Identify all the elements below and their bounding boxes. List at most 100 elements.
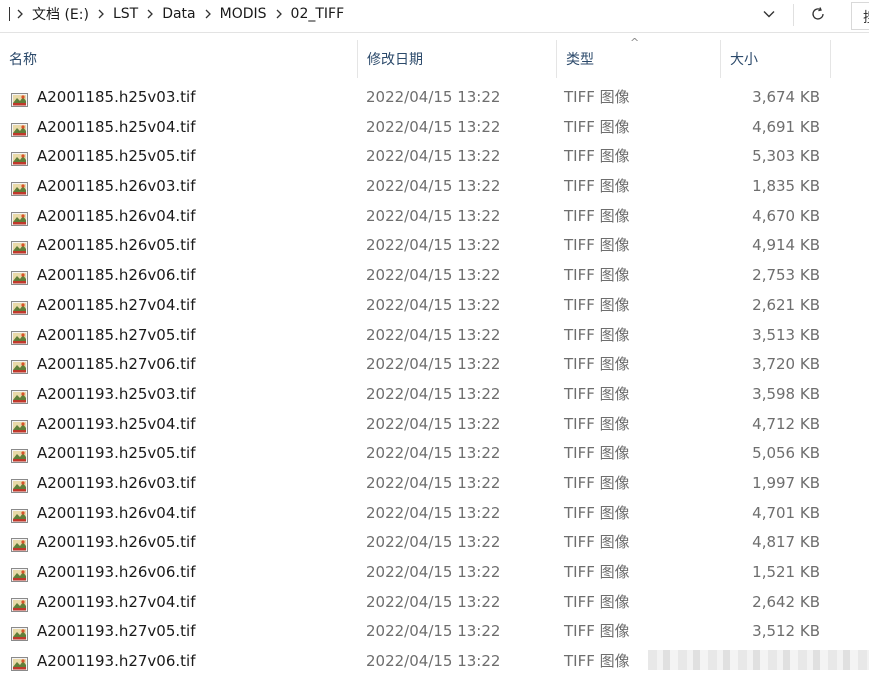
chevron-right-icon[interactable] bbox=[91, 9, 111, 19]
file-modified-date: 2022/04/15 13:22 bbox=[366, 266, 501, 285]
tiff-image-icon bbox=[11, 208, 29, 226]
chevron-right-icon[interactable] bbox=[10, 9, 30, 19]
breadcrumb-item[interactable]: Data bbox=[160, 6, 197, 22]
breadcrumb-item[interactable]: LST bbox=[111, 6, 140, 22]
tiff-image-icon bbox=[11, 89, 29, 107]
file-name: A2001185.h26v03.tif bbox=[37, 177, 196, 196]
file-row[interactable]: A2001185.h25v04.tif 2022/04/15 13:22 TIFF … bbox=[0, 113, 869, 143]
file-modified-date: 2022/04/15 13:22 bbox=[366, 355, 501, 374]
tiff-image-icon bbox=[11, 475, 29, 493]
column-header-name[interactable]: 名称 bbox=[0, 40, 357, 78]
file-type: TIFF 图像 bbox=[564, 384, 630, 403]
tiff-image-icon bbox=[11, 148, 29, 167]
file-row[interactable]: A2001185.h25v05.tif 2022/04/15 13:22 TIFF … bbox=[0, 142, 869, 172]
file-modified-date: 2022/04/15 13:22 bbox=[366, 473, 501, 492]
file-row[interactable]: A2001185.h27v04.tif 2022/04/15 13:22 TIFF … bbox=[0, 291, 869, 321]
file-size: 4,914 KB bbox=[752, 236, 820, 255]
tiff-image-icon bbox=[11, 653, 29, 672]
file-type: TIFF 图像 bbox=[564, 206, 630, 225]
file-name: A2001193.h27v06.tif bbox=[37, 652, 196, 671]
tiff-image-icon bbox=[11, 267, 29, 286]
tiff-image-icon bbox=[11, 237, 29, 256]
file-row[interactable]: A2001185.h27v06.tif 2022/04/15 13:22 TIFF … bbox=[0, 350, 869, 380]
column-header-date-label: 修改日期 bbox=[367, 52, 423, 68]
file-row[interactable]: A2001193.h27v04.tif 2022/04/15 13:22 TIFF … bbox=[0, 588, 869, 618]
tiff-image-icon bbox=[11, 564, 29, 582]
file-row[interactable]: A2001185.h26v06.tif 2022/04/15 13:22 TIFF … bbox=[0, 261, 869, 291]
file-name: A2001193.h25v03.tif bbox=[37, 384, 196, 403]
file-row[interactable]: A2001193.h25v03.tif 2022/04/15 13:22 TIFF … bbox=[0, 380, 869, 410]
refresh-button[interactable] bbox=[800, 0, 836, 28]
tiff-image-icon bbox=[11, 623, 29, 642]
file-row[interactable]: A2001193.h26v06.tif 2022/04/15 13:22 TIFF … bbox=[0, 558, 869, 588]
file-modified-date: 2022/04/15 13:22 bbox=[366, 592, 501, 611]
column-header-type-label: 类型 bbox=[566, 52, 594, 68]
refresh-icon bbox=[812, 7, 824, 20]
column-header-date[interactable]: 修改日期 bbox=[357, 40, 556, 78]
breadcrumb-item[interactable]: 文档 (E:) bbox=[30, 4, 91, 24]
file-type: TIFF 图像 bbox=[564, 355, 630, 374]
file-row[interactable]: A2001193.h26v04.tif 2022/04/15 13:22 TIFF … bbox=[0, 499, 869, 529]
file-name: A2001193.h26v04.tif bbox=[37, 503, 196, 522]
file-type: TIFF 图像 bbox=[564, 266, 630, 285]
file-modified-date: 2022/04/15 13:22 bbox=[366, 147, 501, 166]
tiff-image-icon bbox=[11, 594, 29, 612]
column-header-size-label: 大小 bbox=[730, 52, 758, 68]
file-row[interactable]: A2001193.h25v04.tif 2022/04/15 13:22 TIFF … bbox=[0, 410, 869, 440]
chevron-right-icon[interactable] bbox=[269, 9, 289, 19]
file-type: TIFF 图像 bbox=[564, 503, 630, 522]
file-size: 1,835 KB bbox=[752, 177, 820, 196]
breadcrumb-item[interactable]: MODIS bbox=[218, 6, 269, 22]
file-modified-date: 2022/04/15 13:22 bbox=[366, 384, 501, 403]
file-size: 2,642 KB bbox=[752, 592, 820, 611]
file-name: A2001185.h25v05.tif bbox=[37, 147, 196, 166]
tiff-image-icon bbox=[11, 327, 29, 345]
file-name: A2001185.h26v04.tif bbox=[37, 206, 196, 225]
file-row[interactable]: A2001185.h26v04.tif 2022/04/15 13:22 TIFF … bbox=[0, 202, 869, 232]
file-size: 2,753 KB bbox=[752, 266, 820, 285]
file-row[interactable]: A2001185.h27v05.tif 2022/04/15 13:22 TIFF … bbox=[0, 321, 869, 351]
file-row[interactable]: A2001185.h26v05.tif 2022/04/15 13:22 TIFF … bbox=[0, 231, 869, 261]
search-box[interactable]: 搜 bbox=[851, 2, 869, 30]
file-type: TIFF 图像 bbox=[564, 414, 630, 433]
file-size: 5,303 KB bbox=[752, 147, 820, 166]
file-type: TIFF 图像 bbox=[564, 533, 630, 552]
file-row[interactable]: A2001193.h27v05.tif 2022/04/15 13:22 TIFF … bbox=[0, 617, 869, 647]
tiff-image-icon bbox=[11, 297, 29, 315]
file-size: 5,056 KB bbox=[752, 444, 820, 463]
file-modified-date: 2022/04/15 13:22 bbox=[366, 563, 501, 581]
file-name: A2001185.h27v05.tif bbox=[37, 325, 196, 344]
file-row[interactable]: A2001185.h25v03.tif 2022/04/15 13:22 TIFF … bbox=[0, 83, 869, 113]
file-type: TIFF 图像 bbox=[564, 295, 630, 314]
file-size: 3,512 KB bbox=[752, 622, 820, 641]
file-type: TIFF 图像 bbox=[564, 563, 630, 581]
file-name: A2001193.h26v05.tif bbox=[37, 533, 196, 552]
file-row[interactable]: A2001193.h26v05.tif 2022/04/15 13:22 TIFF … bbox=[0, 528, 869, 558]
file-type: TIFF 图像 bbox=[564, 473, 630, 492]
chevron-right-icon[interactable] bbox=[140, 9, 160, 19]
file-name: A2001185.h27v06.tif bbox=[37, 355, 196, 374]
breadcrumb-item-current[interactable]: 02_TIFF bbox=[289, 6, 347, 22]
blurred-watermark bbox=[648, 650, 869, 670]
tiff-image-icon bbox=[11, 534, 29, 553]
file-modified-date: 2022/04/15 13:22 bbox=[366, 117, 501, 136]
file-type: TIFF 图像 bbox=[564, 236, 630, 255]
file-modified-date: 2022/04/15 13:22 bbox=[366, 444, 501, 463]
tiff-image-icon bbox=[11, 416, 29, 434]
column-header-row: 名称 修改日期 类型 大小 bbox=[0, 40, 869, 78]
file-name: A2001185.h27v04.tif bbox=[37, 295, 196, 314]
chevron-right-icon[interactable] bbox=[198, 9, 218, 19]
file-modified-date: 2022/04/15 13:22 bbox=[366, 206, 501, 225]
column-header-size[interactable]: 大小 bbox=[720, 40, 831, 78]
file-size: 1,521 KB bbox=[752, 563, 820, 581]
file-name: A2001193.h25v04.tif bbox=[37, 414, 196, 433]
column-header-name-label: 名称 bbox=[9, 52, 37, 68]
history-dropdown-button[interactable] bbox=[754, 0, 784, 28]
file-type: TIFF 图像 bbox=[564, 147, 630, 166]
address-bar[interactable]: 文档 (E:) LST Data MODIS 02_TIFF 搜 bbox=[0, 0, 869, 33]
file-name: A2001185.h26v06.tif bbox=[37, 266, 196, 285]
file-type: TIFF 图像 bbox=[564, 444, 630, 463]
file-row[interactable]: A2001185.h26v03.tif 2022/04/15 13:22 TIFF … bbox=[0, 172, 869, 202]
file-row[interactable]: A2001193.h26v03.tif 2022/04/15 13:22 TIFF … bbox=[0, 469, 869, 499]
file-row[interactable]: A2001193.h25v05.tif 2022/04/15 13:22 TIFF … bbox=[0, 439, 869, 469]
